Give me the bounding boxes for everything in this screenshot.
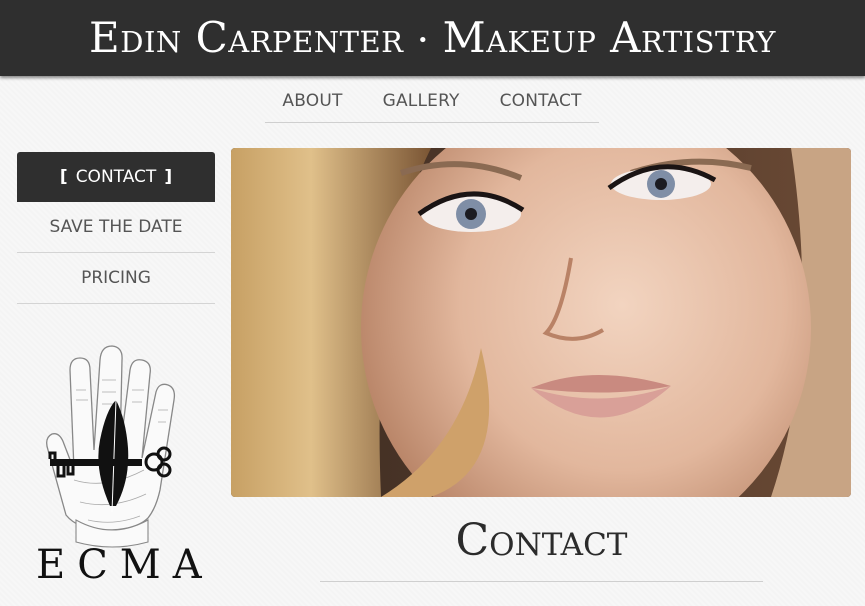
nav-contact[interactable]: CONTACT xyxy=(500,86,582,122)
hero-photo xyxy=(231,148,851,497)
sidebar-item-contact[interactable]: [ CONTACT] xyxy=(17,152,215,202)
site-title-name: Edin Carpenter xyxy=(89,13,404,62)
page-title: Contact xyxy=(320,515,763,582)
title-separator: • xyxy=(417,30,429,51)
ecma-logo[interactable]: ECMA xyxy=(36,330,214,595)
logo-text: ECMA xyxy=(36,542,214,588)
top-nav: ABOUT GALLERY CONTACT xyxy=(265,86,599,123)
sidebar-menu: [ CONTACT] SAVE THE DATE PRICING xyxy=(17,152,215,304)
close-bracket: ] xyxy=(164,167,173,187)
nav-gallery[interactable]: GALLERY xyxy=(383,86,460,122)
sidebar-item-contact-label: CONTACT xyxy=(75,167,157,187)
open-bracket: [ xyxy=(59,167,68,187)
portrait-image xyxy=(231,148,851,497)
site-title[interactable]: Edin Carpenter • Makeup Artistry xyxy=(0,0,865,79)
sidebar-item-pricing[interactable]: PRICING xyxy=(17,253,215,304)
nav-about[interactable]: ABOUT xyxy=(282,86,342,122)
sidebar-item-save-the-date[interactable]: SAVE THE DATE xyxy=(17,202,215,253)
site-header: Edin Carpenter • Makeup Artistry xyxy=(0,0,865,76)
site-title-tagline: Makeup Artistry xyxy=(442,13,776,62)
